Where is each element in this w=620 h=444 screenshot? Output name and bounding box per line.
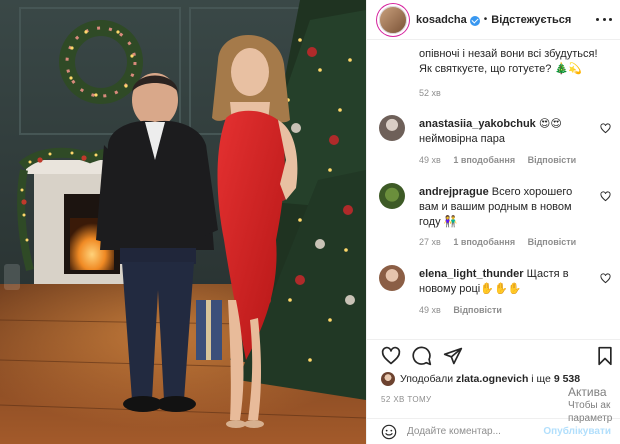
comments-list[interactable]: опівночі і незай вони всі збудуться! Як …	[367, 41, 620, 339]
comment-item: andrejprague Всего хорошего вам и вашим …	[379, 183, 613, 253]
like-comment-icon[interactable]	[600, 191, 611, 202]
comment-time[interactable]: 27 хв	[419, 237, 441, 247]
comment-meta: 49 хв Відповісти	[419, 305, 512, 315]
author-username[interactable]: kosadcha	[416, 14, 467, 26]
comment-body: elena_light_thunder Щастя в новому році✋…	[419, 267, 587, 297]
commenter-avatar[interactable]	[379, 265, 405, 291]
post-details-panel: kosadcha • Відстежується опівночі і неза…	[366, 0, 620, 444]
commenter-avatar[interactable]	[379, 115, 405, 141]
comment-time[interactable]: 49 хв	[419, 155, 441, 165]
post-header: kosadcha • Відстежується	[367, 0, 620, 40]
comment-time[interactable]: 49 хв	[419, 305, 441, 315]
reply-button[interactable]: Відповісти	[528, 155, 577, 165]
likes-prefix: Уподобали	[400, 373, 454, 385]
publish-button[interactable]: Опублікувати	[543, 426, 611, 437]
comment-meta: 49 хв 1 вподобання Відповісти	[419, 155, 586, 165]
caption-text: опівночі і незай вони всі збудуться! Як …	[419, 48, 598, 75]
commenter-username[interactable]: andrejprague	[419, 186, 489, 198]
photo-scene	[0, 0, 366, 444]
emoji-smiley-icon[interactable]	[381, 424, 397, 440]
more-options-icon[interactable]	[595, 11, 613, 29]
comment-bubble-icon[interactable]	[412, 346, 432, 366]
commenter-avatar[interactable]	[379, 183, 405, 209]
liker-username[interactable]: zlata.ognevich	[456, 373, 528, 385]
comment-meta: 27 хв 1 вподобання Відповісти	[419, 237, 586, 247]
verified-badge-icon	[469, 15, 480, 26]
author-avatar[interactable]	[379, 5, 407, 34]
reply-button[interactable]: Відповісти	[453, 305, 502, 315]
comment-body: anastasiia_yakobchuk 😍😍 неймовірна пара	[419, 117, 587, 147]
likes-summary[interactable]: Уподобали zlata.ognevich і ще 9 538	[381, 372, 580, 386]
post-actions: Уподобали zlata.ognevich і ще 9 538 52 Х…	[367, 339, 620, 405]
liker-avatar	[381, 372, 395, 386]
commenter-username[interactable]: elena_light_thunder	[419, 268, 524, 280]
post-timestamp[interactable]: 52 ХВ ТОМУ	[381, 395, 432, 404]
reply-button[interactable]: Відповісти	[528, 237, 577, 247]
header-separator: •	[483, 14, 488, 25]
comment-likes[interactable]: 1 вподобання	[453, 155, 515, 165]
comment-body: andrejprague Всего хорошего вам и вашим …	[419, 185, 587, 230]
likes-connector: і ще	[531, 373, 551, 385]
comment-likes[interactable]: 1 вподобання	[453, 237, 515, 247]
comment-item: anastasiia_yakobchuk 😍😍 неймовірна пара …	[379, 115, 613, 171]
like-heart-icon[interactable]	[381, 346, 401, 366]
photo-nav-handle[interactable]	[4, 264, 20, 290]
caption-timestamp[interactable]: 52 хв	[419, 88, 441, 98]
commenter-username[interactable]: anastasiia_yakobchuk	[419, 118, 536, 130]
following-status-button[interactable]: Відстежується	[491, 14, 571, 26]
bookmark-save-icon[interactable]	[595, 346, 615, 366]
add-comment-bar: Опублікувати	[367, 418, 620, 444]
like-comment-icon[interactable]	[600, 123, 611, 134]
likes-count[interactable]: 9 538	[554, 373, 580, 385]
share-send-icon[interactable]	[443, 346, 463, 366]
like-comment-icon[interactable]	[600, 273, 611, 284]
post-photo[interactable]	[0, 0, 366, 444]
comment-item: elena_light_thunder Щастя в новому році✋…	[379, 265, 613, 321]
add-comment-input[interactable]	[407, 426, 544, 437]
